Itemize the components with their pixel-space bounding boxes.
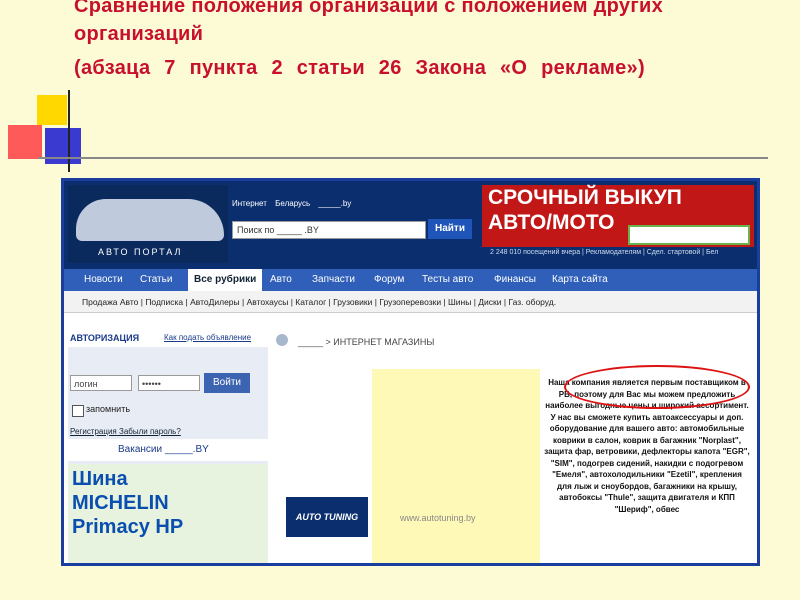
subnav-item[interactable]: Подписка: [145, 297, 183, 307]
subnav-item[interactable]: АвтоДилеры: [190, 297, 240, 307]
slide-title: Сравнение положения организации с положе…: [74, 0, 774, 82]
shop-url[interactable]: www.autotuning.by: [400, 513, 476, 523]
password-input[interactable]: ••••••: [138, 375, 200, 391]
subnav-item[interactable]: Грузовики: [333, 297, 372, 307]
nav-item-articles[interactable]: Статьи: [140, 269, 172, 291]
nav-item-news[interactable]: Новости: [84, 269, 123, 291]
sub-nav: Продажа Авто | Подписка | АвтоДилеры | А…: [64, 291, 757, 313]
subnav-item[interactable]: Грузоперевозки: [379, 297, 441, 307]
add-ad-link[interactable]: Как подать объявление: [164, 333, 251, 342]
search-tab-site[interactable]: _____.by: [318, 199, 351, 208]
subnav-item[interactable]: Каталог: [295, 297, 326, 307]
nav-item-all-rubrics[interactable]: Все рубрики: [188, 269, 263, 291]
nav-item-parts[interactable]: Запчасти: [312, 269, 355, 291]
nav-item-tests[interactable]: Тесты авто: [422, 269, 473, 291]
register-link[interactable]: Регистрация: [70, 427, 117, 436]
breadcrumb-icon: [276, 334, 288, 346]
banner-line2: MICHELIN: [72, 492, 169, 514]
search-tab-internet[interactable]: Интернет: [232, 199, 267, 208]
decor-red-square: [8, 125, 42, 159]
breadcrumb[interactable]: _____ > ИНТЕРНЕТ МАГАЗИНЫ: [298, 337, 434, 347]
decor-horizontal-line: [38, 157, 768, 159]
stats-bar: 2 248 010 посещений вчера | Рекламодател…: [490, 249, 719, 256]
decor-vertical-line: [68, 90, 70, 172]
michelin-banner[interactable]: Шина MICHELIN Primacy HP: [68, 464, 268, 563]
subnav-item[interactable]: Продажа Авто: [82, 297, 138, 307]
search-button[interactable]: Найти: [428, 219, 472, 239]
nav-item-forum[interactable]: Форум: [374, 269, 404, 291]
subnav-item[interactable]: Автохаусы: [247, 297, 289, 307]
ad-line1: СРОЧНЫЙ ВЫКУП: [488, 186, 682, 209]
forgot-password-link[interactable]: Забыли пароль?: [119, 427, 181, 436]
remember-label: запомнить: [86, 404, 131, 414]
login-button[interactable]: Войти: [204, 373, 250, 393]
search-input[interactable]: Поиск по _____ .BY: [232, 221, 426, 239]
nav-item-auto[interactable]: Авто: [270, 269, 292, 291]
slide-title-line3: (абзаца 7 пункта 2 статьи 26 Закона «О р…: [74, 57, 645, 79]
search-area: Интернет Беларусь _____.by Поиск по ____…: [232, 185, 472, 249]
nav-item-sitemap[interactable]: Карта сайта: [552, 269, 608, 291]
car-icon: [76, 199, 224, 241]
shop-image-placeholder: [372, 369, 540, 563]
site-logo[interactable]: АВТО ПОРТАЛ: [68, 185, 228, 263]
auth-links: Регистрация Забыли пароль?: [70, 427, 181, 436]
slide-title-line1: Сравнение положения организации с положе…: [74, 0, 663, 17]
decor-yellow-square: [37, 95, 67, 125]
banner-line3: Primacy HP: [72, 516, 184, 538]
highlight-ellipse: [564, 365, 750, 409]
nav-item-finance[interactable]: Финансы: [494, 269, 536, 291]
vacancies-link[interactable]: Вакансии _____.BY: [68, 439, 268, 461]
ad-banner[interactable]: СРОЧНЫЙ ВЫКУП АВТО/МОТО: [482, 185, 754, 247]
banner-line1: Шина: [72, 468, 128, 490]
login-input[interactable]: логин: [70, 375, 132, 391]
ad-input-box: [628, 225, 750, 245]
auth-title: АВТОРИЗАЦИЯ: [70, 333, 140, 343]
slide-title-line2: организаций: [74, 23, 204, 45]
search-tab-belarus[interactable]: Беларусь: [275, 199, 310, 208]
site-header: АВТО ПОРТАЛ Интернет Беларусь _____.by П…: [64, 181, 757, 269]
left-column: АВТОРИЗАЦИЯ Как подать объявление логин …: [68, 319, 268, 563]
search-tabs: Интернет Беларусь _____.by: [232, 199, 357, 208]
website-screenshot: АВТО ПОРТАЛ Интернет Беларусь _____.by П…: [61, 178, 760, 566]
logo-text: АВТО ПОРТАЛ: [98, 247, 183, 257]
content-area: _____ > ИНТЕРНЕТ МАГАЗИНЫ AUTO TUNING ww…: [276, 329, 756, 563]
main-nav: Новости Статьи Все рубрики Авто Запчасти…: [64, 269, 757, 291]
subnav-item[interactable]: Шины: [448, 297, 471, 307]
remember-checkbox[interactable]: [72, 405, 84, 417]
subnav-item[interactable]: Диски: [478, 297, 501, 307]
subnav-item[interactable]: Газ. оборуд.: [508, 297, 556, 307]
shop-logo[interactable]: AUTO TUNING: [286, 497, 368, 537]
